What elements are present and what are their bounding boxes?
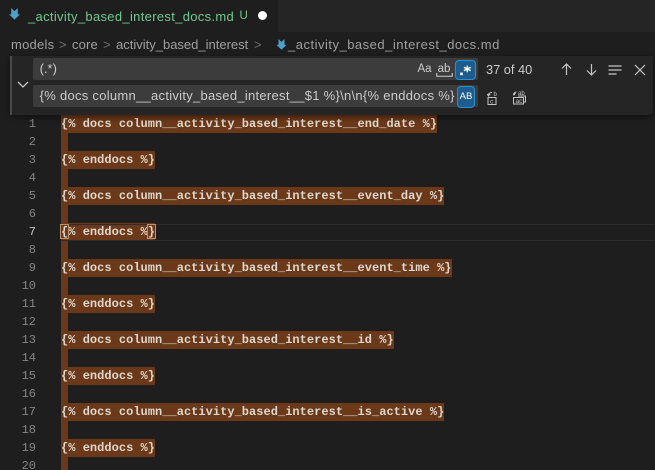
- svg-text:b: b: [494, 92, 498, 98]
- svg-text:ab: ab: [518, 91, 525, 97]
- svg-text:ac: ac: [516, 98, 524, 105]
